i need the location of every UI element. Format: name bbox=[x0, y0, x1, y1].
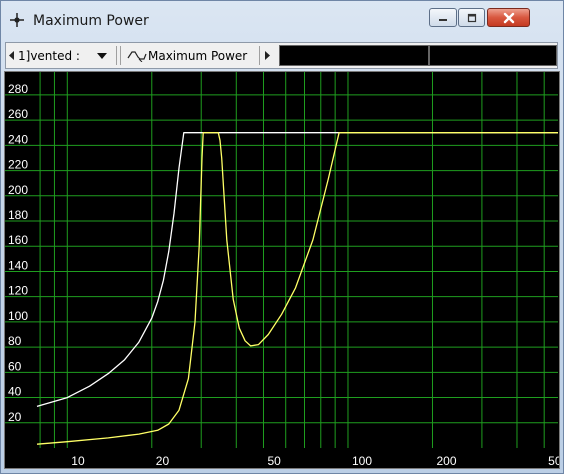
toolbar-separator bbox=[120, 46, 121, 65]
scroll-right-icon[interactable] bbox=[265, 51, 271, 60]
y-tick-label: 80 bbox=[8, 334, 22, 348]
readout-box-2 bbox=[429, 45, 557, 66]
y-tick-label: 220 bbox=[8, 158, 28, 172]
graph-type-button[interactable]: Maximum Power bbox=[124, 45, 258, 66]
y-tick-label: 20 bbox=[8, 410, 22, 424]
maximize-button[interactable] bbox=[458, 8, 485, 27]
toolbar: 1]vented : Maximum Power bbox=[5, 42, 558, 69]
crosshair-icon bbox=[10, 13, 24, 27]
y-tick-label: 140 bbox=[8, 258, 28, 272]
max-power-chart: 20 40 60 80 100 120 140 160 180 200 220 240 260 280 10… bbox=[5, 72, 564, 468]
y-tick-label: 240 bbox=[8, 132, 28, 146]
maximum-power-window: Maximum Power 1]vented : Maximum Power 2… bbox=[0, 0, 564, 474]
close-button[interactable] bbox=[487, 8, 530, 27]
y-tick-label: 280 bbox=[8, 82, 28, 96]
x-tick-label: 10 bbox=[71, 454, 85, 468]
y-tick-label: 40 bbox=[8, 385, 22, 399]
chevron-down-icon[interactable] bbox=[97, 53, 107, 60]
y-tick-label: 100 bbox=[8, 309, 28, 323]
minimize-button[interactable] bbox=[429, 8, 457, 27]
close-icon bbox=[503, 12, 514, 23]
readout-box-1 bbox=[279, 45, 429, 66]
x-tick-label: 20 bbox=[156, 454, 170, 468]
x-tick-label: 50 bbox=[267, 454, 281, 468]
y-tick-label: 120 bbox=[8, 284, 28, 298]
graph-type-label: Maximum Power bbox=[148, 49, 248, 63]
curve-icon bbox=[127, 51, 147, 62]
y-tick-label: 60 bbox=[8, 359, 22, 373]
toolbar-separator bbox=[259, 46, 260, 65]
scroll-left-icon[interactable] bbox=[9, 51, 15, 60]
window-title: Maximum Power bbox=[33, 13, 149, 29]
toolbar-separator bbox=[116, 46, 117, 65]
x-tick-label: 200 bbox=[436, 454, 456, 468]
series-line-1 bbox=[36, 132, 558, 408]
minimize-icon bbox=[439, 18, 447, 21]
y-tick-label: 180 bbox=[8, 208, 28, 222]
maximize-icon bbox=[467, 13, 476, 22]
chart-area: 20 40 60 80 100 120 140 160 180 200 220 240 260 280 10… bbox=[4, 71, 564, 469]
y-tick-label: 200 bbox=[8, 183, 28, 197]
y-tick-label: 260 bbox=[8, 107, 28, 121]
x-tick-label: 500 bbox=[548, 454, 559, 468]
design-selector[interactable]: 1]vented : bbox=[18, 49, 80, 63]
y-tick-label: 160 bbox=[8, 233, 28, 247]
x-tick-label: 100 bbox=[352, 454, 372, 468]
title-bar[interactable]: Maximum Power bbox=[1, 1, 563, 39]
